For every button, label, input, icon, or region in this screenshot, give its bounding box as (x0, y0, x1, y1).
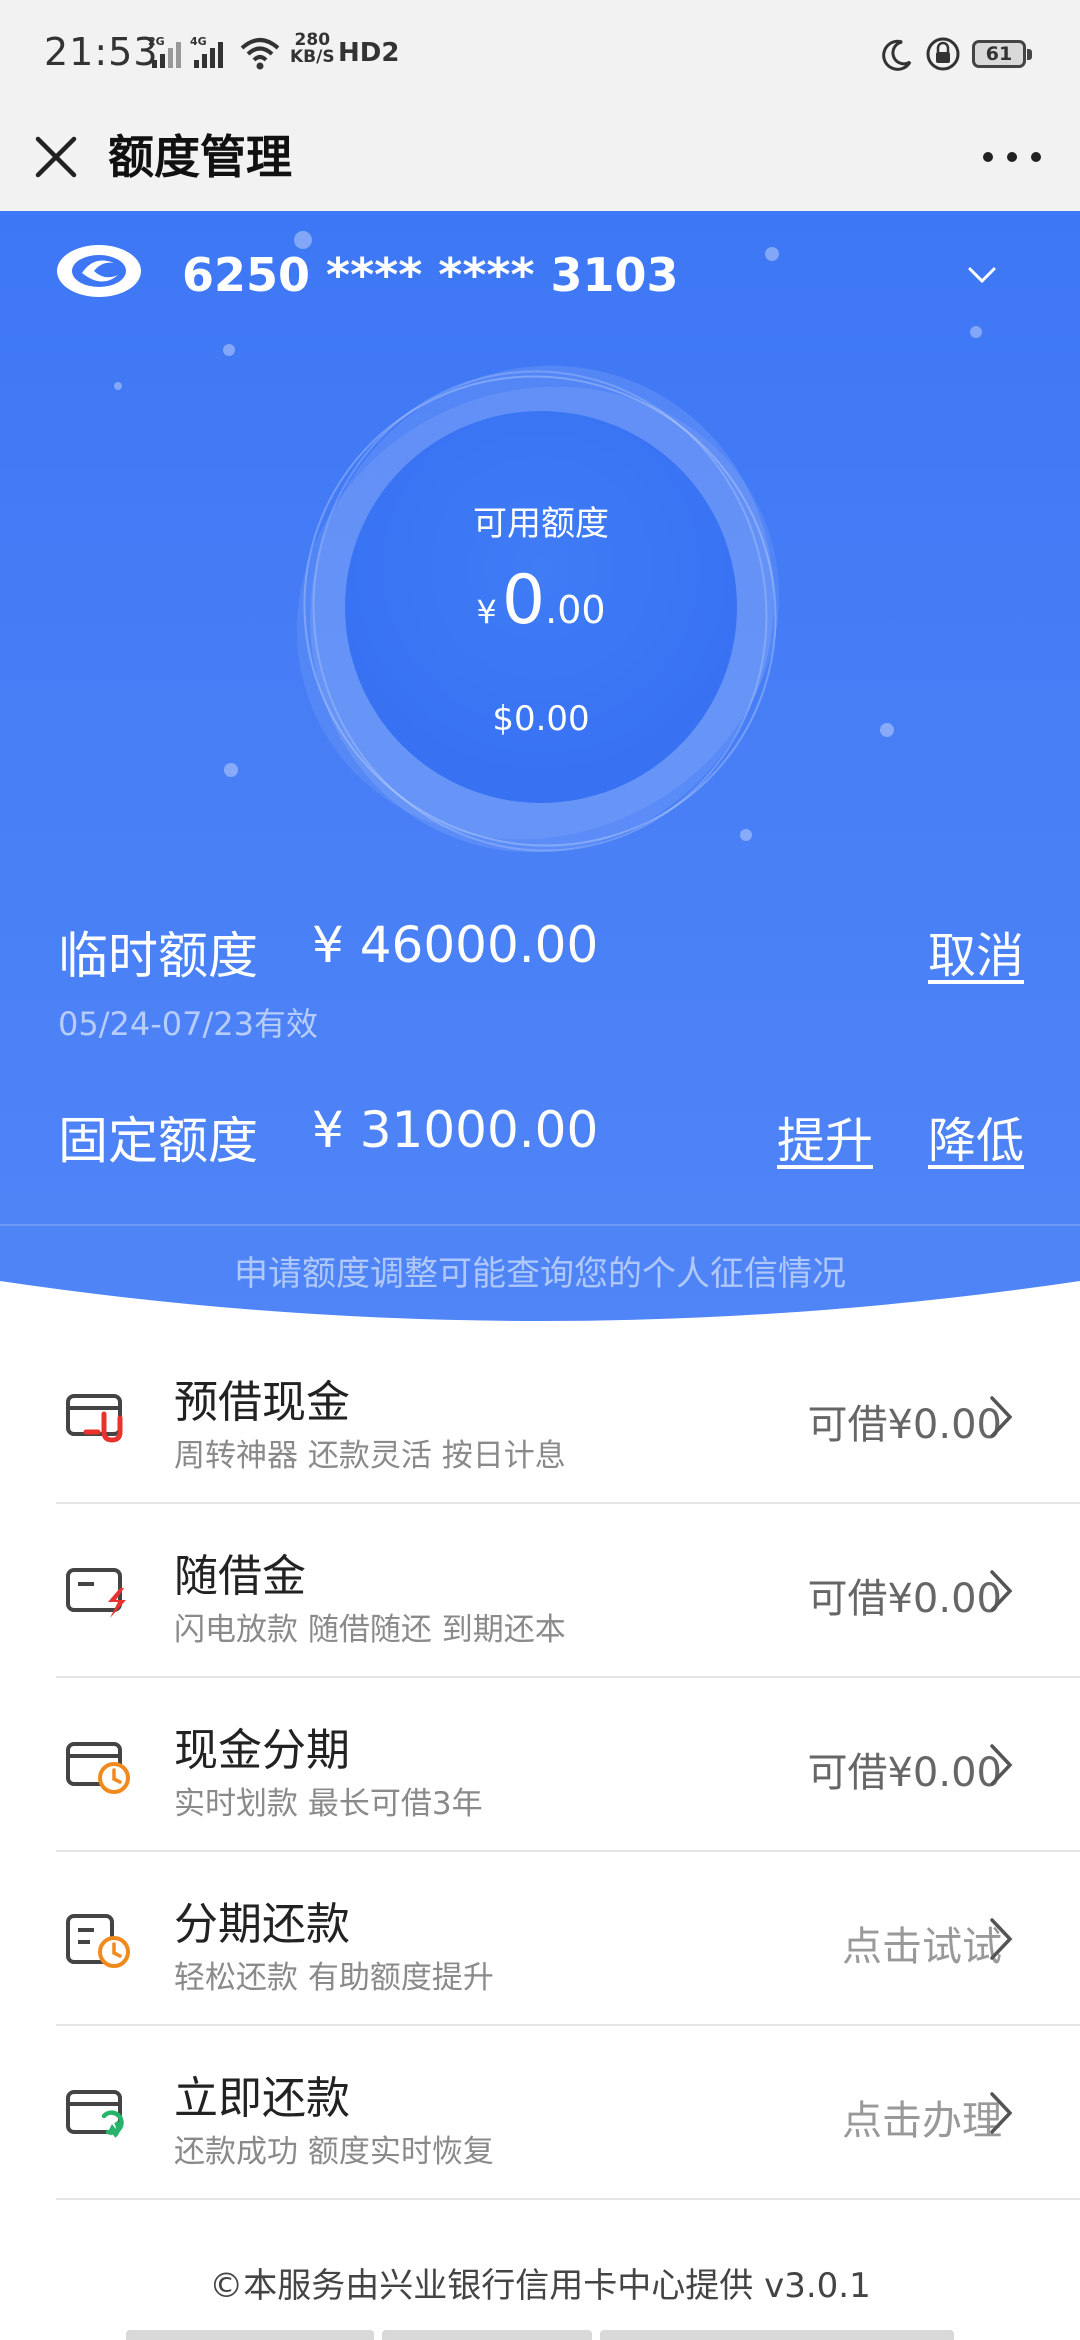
cancel-temporary-limit-link[interactable]: 取消 (928, 916, 1024, 986)
more-icon[interactable] (972, 125, 1052, 189)
credit-limit-header: 6250 **** **** 3103 可用额度 ¥ 0.00 $0.00 临时… (0, 211, 1080, 1331)
decor-dot (223, 344, 235, 356)
chevron-right-icon (990, 1918, 1013, 1960)
hd-indicator: HD2 (338, 38, 400, 68)
service-subtitle: 轻松还款 有助额度提升 (174, 1960, 494, 1996)
fixed-limit-amount: ¥ 31000.00 (312, 1101, 599, 1159)
service-available-amount: 可借¥0.00 (807, 1402, 1002, 1448)
service-subtitle: 实时划款 最长可借3年 (174, 1786, 483, 1822)
chevron-down-icon[interactable] (960, 255, 1004, 295)
service-list: 预借现金 周转神器 还款灵活 按日计息 可借¥0.00 随借金 闪电放款 随借随… (0, 1330, 1080, 2200)
service-item-flash-loan[interactable]: 随借金 闪电放款 随借随还 到期还本 可借¥0.00 (0, 1504, 1080, 1678)
temporary-limit-amount: ¥ 46000.00 (312, 916, 599, 974)
service-subtitle: 还款成功 额度实时恢复 (174, 2134, 494, 2170)
service-title: 随借金 (174, 1551, 306, 1602)
rotation-lock-icon (926, 37, 960, 71)
flash-loan-icon (66, 1568, 126, 1618)
svg-text:4G: 4G (190, 35, 207, 48)
bottom-tab-strip (126, 2330, 954, 2340)
decor-dot (114, 382, 122, 390)
lower-limit-link[interactable]: 降低 (928, 1101, 1024, 1171)
decor-dot (294, 231, 312, 249)
service-available-amount: 可借¥0.00 (807, 1750, 1002, 1796)
nav-bar: 额度管理 (0, 105, 1080, 211)
chevron-right-icon (990, 1744, 1013, 1786)
footer-provider-text: ©本服务由兴业银行信用卡中心提供 v3.0.1 (209, 2266, 871, 2306)
service-title: 立即还款 (174, 2073, 350, 2124)
close-icon[interactable] (24, 125, 88, 189)
decor-dot (970, 326, 982, 338)
cash-installment-icon (66, 1742, 130, 1794)
service-available-amount: 可借¥0.00 (807, 1576, 1002, 1622)
available-limit-amount: ¥ 0.00 (476, 561, 606, 640)
cash-advance-icon (66, 1394, 123, 1443)
service-subtitle: 周转神器 还款灵活 按日计息 (174, 1438, 566, 1474)
service-subtitle: 闪电放款 随借随还 到期还本 (174, 1612, 566, 1648)
installment-repay-icon (66, 1914, 130, 1968)
temporary-limit-label: 临时额度 (58, 927, 258, 985)
repay-now-icon (66, 2090, 124, 2138)
chevron-right-icon (990, 1570, 1013, 1612)
service-title: 预借现金 (174, 1377, 350, 1428)
temporary-limit-validity: 05/24-07/23有效 (58, 1005, 318, 1043)
page-title: 额度管理 (108, 130, 292, 184)
signal-4g-icon: 4G (190, 35, 223, 68)
available-limit-usd: $0.00 (492, 699, 590, 739)
service-title: 分期还款 (174, 1899, 350, 1950)
bank-logo-icon (57, 245, 141, 297)
decor-dot (765, 247, 779, 261)
wifi-icon (240, 38, 280, 70)
service-title: 现金分期 (174, 1725, 350, 1776)
service-action-text: 点击试试 (842, 1924, 1002, 1970)
battery-indicator: 61 (972, 40, 1032, 68)
card-number[interactable]: 6250 **** **** 3103 (182, 247, 679, 303)
service-item-cash-advance[interactable]: 预借现金 周转神器 还款灵活 按日计息 可借¥0.00 (0, 1330, 1080, 1504)
available-limit-circle: 可用额度 ¥ 0.00 $0.00 (345, 411, 737, 803)
svg-text:2G: 2G (148, 35, 165, 48)
available-limit-label: 可用额度 (473, 504, 609, 544)
divider (0, 1224, 1080, 1226)
decor-dot (880, 723, 894, 737)
net-speed: 280 KB/S (290, 30, 335, 67)
chevron-right-icon (990, 1396, 1013, 1438)
service-item-cash-installment[interactable]: 现金分期 实时划款 最长可借3年 可借¥0.00 (0, 1678, 1080, 1852)
moon-icon (882, 39, 912, 71)
fixed-limit-label: 固定额度 (58, 1112, 258, 1170)
chevron-right-icon (990, 2092, 1013, 2134)
service-item-repay-now[interactable]: 立即还款 还款成功 额度实时恢复 点击办理 (0, 2026, 1080, 2200)
signal-2g-icon: 2G (148, 35, 181, 68)
service-action-text: 点击办理 (842, 2098, 1002, 2144)
header-curve (0, 1281, 1080, 1331)
decor-dot (224, 763, 238, 777)
status-time: 21:53 (44, 30, 159, 74)
divider (56, 2198, 1080, 2200)
service-item-installment-repay[interactable]: 分期还款 轻松还款 有助额度提升 点击试试 (0, 1852, 1080, 2026)
status-bar: 21:53 2G 4G 280 KB/S HD2 61 (0, 0, 1080, 105)
raise-limit-link[interactable]: 提升 (777, 1101, 873, 1171)
